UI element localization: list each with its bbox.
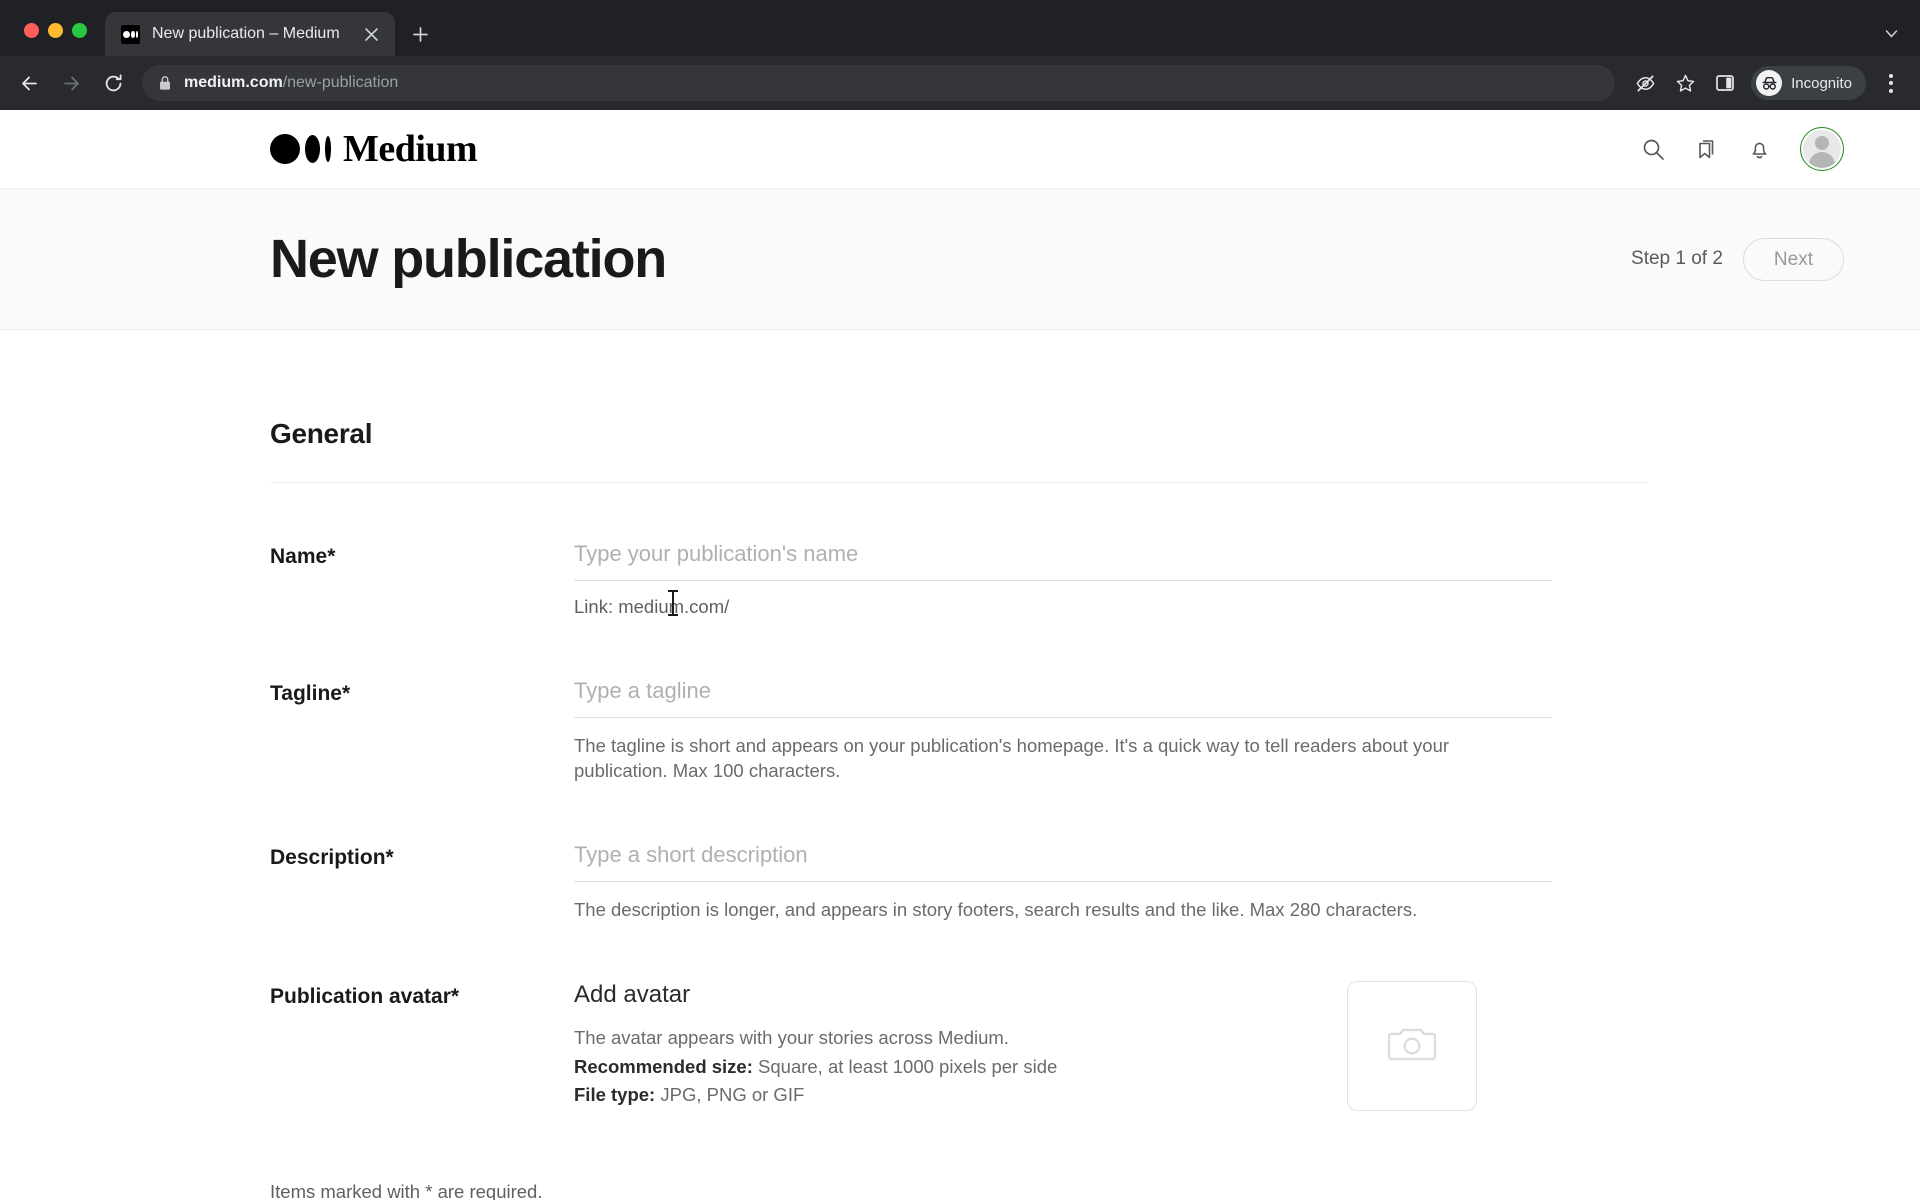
maximize-window-button[interactable] bbox=[72, 23, 87, 38]
user-avatar[interactable] bbox=[1800, 127, 1844, 171]
browser-toolbar: medium.com/new-publication Incognito bbox=[0, 56, 1920, 110]
page-title-band: New publication Step 1 of 2 Next bbox=[0, 188, 1920, 330]
tab-title: New publication – Medium bbox=[152, 25, 340, 42]
medium-favicon-icon bbox=[121, 24, 140, 44]
name-input[interactable] bbox=[574, 541, 1552, 581]
avatar-image bbox=[1803, 130, 1841, 168]
avatar-filetype-key: File type: bbox=[574, 1084, 656, 1106]
reload-icon[interactable] bbox=[94, 64, 132, 102]
address-bar-text: medium.com/new-publication bbox=[184, 74, 398, 92]
description-field-body: The description is longer, and appears i… bbox=[574, 841, 1552, 923]
medium-logo-text: Medium bbox=[343, 128, 478, 170]
camera-icon bbox=[1387, 1023, 1437, 1068]
lock-icon bbox=[158, 75, 172, 91]
step-controls: Step 1 of 2 Next bbox=[1631, 237, 1844, 281]
tab-strip: New publication – Medium bbox=[0, 0, 1920, 56]
address-path: /new-publication bbox=[282, 74, 399, 91]
bell-icon[interactable] bbox=[1747, 137, 1772, 162]
description-label: Description* bbox=[270, 845, 394, 869]
avatar-recommended-line: Recommended size: Square, at least 1000 … bbox=[574, 1053, 1347, 1082]
avatar-helper-line-1: The avatar appears with your stories acr… bbox=[574, 1026, 1009, 1048]
tagline-label: Tagline* bbox=[270, 681, 351, 705]
address-domain: medium.com bbox=[184, 74, 283, 91]
description-helper-text: The description is longer, and appears i… bbox=[574, 898, 1418, 920]
section-divider bbox=[270, 482, 1648, 483]
field-row-name: Name* Link: medium.com/ bbox=[270, 541, 1920, 620]
kebab-menu-icon[interactable] bbox=[1874, 66, 1908, 100]
close-tab-icon[interactable] bbox=[359, 22, 383, 46]
back-arrow-icon[interactable] bbox=[10, 64, 48, 102]
avatar-text-block: Add avatar The avatar appears with your … bbox=[574, 981, 1347, 1111]
section-heading-general: General bbox=[270, 418, 373, 449]
avatar-recommended-value: Square, at least 1000 pixels per side bbox=[752, 1055, 1058, 1077]
required-items-note: Items marked with * are required. bbox=[270, 1180, 543, 1200]
incognito-icon bbox=[1756, 70, 1783, 96]
side-panel-icon[interactable] bbox=[1707, 65, 1743, 101]
medium-logo-marks-icon bbox=[270, 134, 331, 164]
tab-search-chevron-down-icon[interactable] bbox=[1874, 16, 1908, 50]
publication-avatar-label: Publication avatar* bbox=[270, 984, 460, 1008]
incognito-profile-chip[interactable]: Incognito bbox=[1751, 66, 1866, 100]
page-title: New publication bbox=[270, 229, 667, 289]
avatar-helper-text: The avatar appears with your stories acr… bbox=[574, 1024, 1347, 1110]
step-indicator: Step 1 of 2 bbox=[1631, 248, 1723, 269]
eye-slash-icon[interactable] bbox=[1627, 65, 1663, 101]
avatar-field-body: Add avatar The avatar appears with your … bbox=[574, 980, 1552, 1111]
avatar-recommended-key: Recommended size: bbox=[574, 1055, 753, 1077]
tagline-helper-text: The tagline is short and appears on your… bbox=[574, 734, 1450, 781]
name-field-body: Link: medium.com/ bbox=[574, 541, 1552, 620]
header-action-icons bbox=[1641, 127, 1844, 171]
medium-site-header: Medium bbox=[0, 110, 1920, 188]
avatar-filetype-value: JPG, PNG or GIF bbox=[655, 1084, 805, 1106]
forward-arrow-icon[interactable] bbox=[52, 64, 90, 102]
bookmark-icon[interactable] bbox=[1694, 137, 1719, 162]
page-viewport: Medium New publication Step 1 of 2 Next … bbox=[0, 110, 1920, 1200]
search-icon[interactable] bbox=[1641, 137, 1666, 162]
avatar-upload-dropzone[interactable] bbox=[1347, 980, 1477, 1111]
tagline-field-body: The tagline is short and appears on your… bbox=[574, 677, 1552, 784]
description-input[interactable] bbox=[574, 841, 1552, 882]
field-row-description: Description* The description is longer, … bbox=[270, 841, 1920, 923]
address-bar[interactable]: medium.com/new-publication bbox=[142, 65, 1616, 101]
medium-logo[interactable]: Medium bbox=[270, 128, 478, 170]
name-link-hint: Link: medium.com/ bbox=[574, 596, 730, 617]
new-tab-button[interactable] bbox=[403, 17, 437, 51]
form-content: General Name* Link: medium.com/ Tagline*… bbox=[0, 418, 1920, 1200]
browser-tab[interactable]: New publication – Medium bbox=[105, 12, 395, 56]
add-avatar-title: Add avatar bbox=[574, 980, 691, 1008]
browser-window: New publication – Medium medium.com/new-… bbox=[0, 0, 1920, 1200]
avatar-filetype-line: File type: JPG, PNG or GIF bbox=[574, 1081, 1347, 1110]
name-label: Name* bbox=[270, 545, 336, 568]
incognito-label: Incognito bbox=[1791, 74, 1852, 92]
tagline-input[interactable] bbox=[574, 677, 1552, 718]
field-row-avatar: Publication avatar* Add avatar The avata… bbox=[270, 980, 1920, 1111]
close-window-button[interactable] bbox=[24, 23, 39, 38]
window-controls bbox=[14, 23, 105, 56]
next-button[interactable]: Next bbox=[1742, 237, 1844, 281]
field-row-tagline: Tagline* The tagline is short and appear… bbox=[270, 677, 1920, 784]
minimize-window-button[interactable] bbox=[48, 23, 63, 38]
star-icon[interactable] bbox=[1667, 65, 1703, 101]
